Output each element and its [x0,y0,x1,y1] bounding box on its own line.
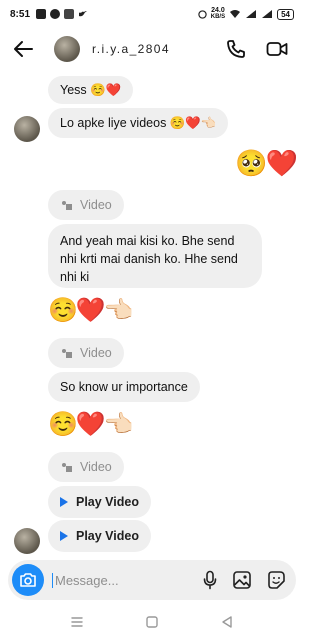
status-time: 8:51 [10,8,31,20]
status-bar: 8:51 24.0 KB/S 54 [0,0,304,28]
avatar[interactable] [14,528,40,554]
sent-message-emoji[interactable]: 🥺❤️ [235,148,298,179]
video-clip-icon [62,349,72,358]
arrow-left-icon [14,41,33,57]
video-clip-icon [62,201,72,210]
camera-icon [20,573,36,587]
received-emoji-message[interactable]: ☺️❤️👈🏻 [48,410,134,439]
received-message-bubble[interactable]: Lo apke liye videos ☺️❤️👈🏻 [48,108,229,138]
chat-header: r.i.y.a_2804 [0,28,304,70]
home-icon[interactable] [145,615,159,629]
notification-icons [36,9,88,19]
video-attachment[interactable]: Video [48,452,124,482]
app-notification-icon [36,9,47,19]
video-attachment[interactable]: Video [48,338,124,368]
play-video-button[interactable]: Play Video [48,520,151,552]
wifi-icon [230,10,241,18]
received-emoji-message[interactable]: ☺️❤️👈🏻 [48,296,134,325]
play-video-label: Play Video [76,529,139,543]
message-text: So know ur importance [60,380,188,394]
phone-icon[interactable] [226,39,246,59]
chat-username[interactable]: r.i.y.a_2804 [92,42,170,56]
received-message-bubble[interactable]: Yess ☺️❤️ [48,76,134,104]
play-icon [60,531,68,541]
message-composer [8,560,296,600]
back-triangle-icon[interactable] [220,615,234,629]
twitter-icon [79,11,88,17]
app-notification-icon [64,9,75,19]
video-label: Video [80,346,112,360]
video-camera-icon[interactable] [266,40,288,58]
video-label: Video [80,198,112,212]
play-icon [60,497,68,507]
video-label: Video [80,460,112,474]
avatar[interactable] [54,36,80,62]
avatar[interactable] [14,116,40,142]
message-text: Lo apke liye videos ☺️❤️👈🏻 [60,115,217,130]
system-navigation-bar [0,604,304,640]
microphone-icon[interactable] [202,570,218,590]
back-button[interactable] [10,36,36,62]
message-text: Yess ☺️❤️ [60,82,122,97]
received-message-bubble[interactable]: And yeah mai kisi ko. Bhe send nhi krti … [48,224,262,288]
signal-icon [246,10,257,18]
camera-button[interactable] [12,564,44,596]
net-speed: 24.0 KB/S [211,7,225,21]
net-speed-value: 24.0 [211,7,225,14]
message-text: And yeah mai kisi ko. Bhe send nhi krti … [60,234,238,284]
play-video-button[interactable]: Play Video [48,486,151,518]
signal-icon [262,10,273,18]
video-attachment[interactable]: Video [48,190,124,220]
menu-icon[interactable] [70,616,84,628]
alarm-icon [198,9,207,19]
app-notification-icon [50,9,61,19]
received-message-bubble[interactable]: So know ur importance [48,372,200,402]
message-thread: Yess ☺️❤️ Lo apke liye videos ☺️❤️👈🏻 🥺❤️… [0,70,304,558]
net-speed-unit: KB/S [210,14,226,20]
video-clip-icon [62,463,72,472]
sticker-icon[interactable] [266,570,286,590]
battery-indicator: 54 [277,8,294,20]
image-icon[interactable] [232,570,252,590]
message-input[interactable] [52,572,182,588]
play-video-label: Play Video [76,495,139,509]
